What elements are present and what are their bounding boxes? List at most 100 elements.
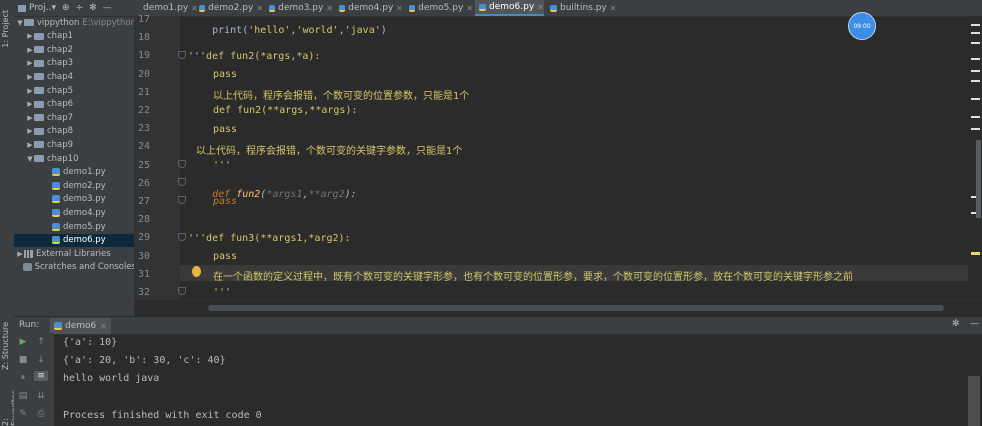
hide-panel-icon[interactable]: —: [970, 319, 979, 329]
tree-folder-chap6[interactable]: ▶ chap6: [14, 98, 134, 111]
error-stripe-mark[interactable]: [971, 32, 980, 34]
editor-scrollbar-thumb[interactable]: [976, 140, 981, 218]
collapsed-arrow-icon[interactable]: ▶: [26, 127, 34, 135]
collapsed-arrow-icon[interactable]: ▶: [26, 87, 34, 95]
code-line-20: pass: [213, 69, 238, 80]
warning-stripe-mark[interactable]: [971, 252, 980, 255]
fold-marker[interactable]: [178, 160, 186, 168]
collapsed-arrow-icon[interactable]: ▶: [26, 141, 34, 149]
python-file-icon: [52, 181, 60, 190]
rerun-icon[interactable]: ▶: [16, 337, 30, 347]
scroll-to-end-icon[interactable]: ⇊: [34, 391, 48, 401]
collapsed-arrow-icon[interactable]: ▶: [26, 46, 34, 54]
folder-icon: [34, 59, 44, 67]
soft-wrap-icon[interactable]: ≡: [34, 371, 48, 381]
project-tool-tab[interactable]: 1: Project: [1, 10, 10, 48]
globe-icon[interactable]: ⊕: [62, 3, 70, 13]
error-stripe-mark[interactable]: [971, 58, 980, 60]
expanded-arrow-icon[interactable]: ▼: [16, 19, 24, 27]
collapsed-arrow-icon[interactable]: ▶: [26, 73, 34, 81]
close-tab-icon[interactable]: ✕: [256, 4, 263, 13]
tree-folder-chap10[interactable]: ▼ chap10: [14, 152, 134, 165]
close-tab-icon[interactable]: ✕: [537, 3, 544, 12]
expanded-arrow-icon[interactable]: ▼: [26, 155, 34, 163]
close-tab-icon[interactable]: ✕: [466, 4, 473, 13]
tree-file-demo4-py[interactable]: demo4.py: [14, 206, 134, 219]
pin-icon[interactable]: ✎: [16, 409, 30, 419]
tab-demo5-py[interactable]: demo5.py ✕: [405, 0, 473, 16]
tree-item-label: chap7: [47, 112, 74, 123]
console-scrollbar-thumb[interactable]: [968, 376, 980, 426]
fold-marker[interactable]: [178, 233, 186, 241]
tree-folder-chap5[interactable]: ▶ chap5: [14, 84, 134, 97]
python-file-icon: [339, 4, 346, 12]
tree-file-demo5-py[interactable]: demo5.py: [14, 220, 134, 233]
fold-marker[interactable]: [178, 51, 186, 59]
collapsed-arrow-icon[interactable]: ▶: [26, 32, 34, 40]
run-config-tab[interactable]: demo6 ✕: [50, 318, 111, 334]
fold-marker[interactable]: [178, 287, 186, 295]
error-stripe-mark[interactable]: [971, 116, 980, 118]
tree-item-label: vippython: [36, 17, 80, 28]
split-icon[interactable]: ÷: [76, 3, 84, 13]
error-stripe-mark[interactable]: [971, 98, 980, 100]
collapsed-arrow-icon[interactable]: ▶: [26, 100, 34, 108]
tree-file-demo1-py[interactable]: demo1.py: [14, 166, 134, 179]
line-number: 22: [137, 105, 150, 116]
error-stripe-mark[interactable]: [971, 70, 980, 72]
fold-marker[interactable]: [178, 196, 186, 204]
project-view-dropdown[interactable]: Proj..▾: [29, 3, 56, 13]
dump-threads-icon[interactable]: ▤: [16, 391, 30, 401]
timer-badge[interactable]: 09:00: [848, 12, 876, 40]
collapsed-arrow-icon[interactable]: ▶: [26, 59, 34, 67]
code-line-19: '''def fun2(*args,*a):: [188, 51, 321, 62]
tab-label: demo3.py: [278, 3, 324, 13]
close-tab-icon[interactable]: ✕: [396, 4, 403, 13]
structure-tool-tab[interactable]: Z: Structure: [1, 322, 10, 370]
error-stripe-mark[interactable]: [971, 24, 980, 26]
tree-item-label: chap10: [47, 153, 79, 164]
tree-folder-chap1[interactable]: ▶ chap1: [14, 30, 134, 43]
collapse-icon[interactable]: —: [103, 3, 112, 13]
tree-file-demo3-py[interactable]: demo3.py: [14, 193, 134, 206]
close-icon[interactable]: ✕: [100, 322, 107, 331]
gear-icon[interactable]: ✻: [952, 319, 960, 329]
run-label: Run:: [19, 320, 40, 330]
gear-icon[interactable]: ✻: [89, 3, 97, 13]
tree-folder-chap4[interactable]: ▶ chap4: [14, 70, 134, 83]
tree-folder-chap3[interactable]: ▶ chap3: [14, 57, 134, 70]
down-arrow-icon[interactable]: ↓: [34, 355, 48, 365]
error-stripe-mark[interactable]: [971, 128, 980, 130]
tree-folder-chap8[interactable]: ▶ chap8: [14, 125, 134, 138]
folder-icon: [34, 141, 44, 149]
collapsed-arrow-icon[interactable]: ▶: [16, 250, 24, 258]
tree-file-demo2-py[interactable]: demo2.py: [14, 179, 134, 192]
collapsed-arrow-icon[interactable]: ▶: [26, 114, 34, 122]
tree-folder-chap7[interactable]: ▶ chap7: [14, 111, 134, 124]
tree-file-demo6-py[interactable]: demo6.py: [14, 233, 134, 247]
tab-builtins-py[interactable]: builtins.py ✕: [546, 0, 621, 16]
print-icon[interactable]: ⎙: [34, 409, 48, 419]
up-arrow-icon[interactable]: ↑: [34, 337, 48, 347]
stop-icon[interactable]: ■: [16, 355, 30, 365]
error-stripe-mark[interactable]: [971, 80, 980, 82]
fold-marker[interactable]: [178, 178, 186, 186]
paren: ): [380, 25, 387, 36]
tree-folder-chap9[interactable]: ▶ chap9: [14, 138, 134, 151]
function-name: fun2: [236, 189, 261, 200]
horizontal-scrollbar-thumb[interactable]: [208, 305, 944, 311]
python-file-icon: [54, 322, 62, 330]
tree-scratches-and-consoles[interactable]: Scratches and Consoles: [14, 261, 135, 274]
tree-root-vippython[interactable]: ▼ vippython E:\vippython: [14, 16, 134, 29]
close-tab-icon[interactable]: ✕: [326, 4, 333, 13]
tree-item-label: Scratches and Consoles: [34, 262, 135, 273]
error-stripe-mark[interactable]: [971, 42, 980, 44]
tab-demo6-py[interactable]: demo6.py ✕: [475, 0, 544, 16]
close-tab-icon[interactable]: ✕: [610, 4, 617, 13]
folder-icon: [34, 114, 44, 122]
lightbulb-icon[interactable]: [192, 266, 201, 277]
tree-folder-chap2[interactable]: ▶ chap2: [14, 43, 134, 56]
tree-external-libraries[interactable]: ▶ External Libraries: [14, 247, 134, 260]
folder-icon: [34, 100, 44, 108]
pause-icon[interactable]: ⏸: [16, 373, 30, 383]
